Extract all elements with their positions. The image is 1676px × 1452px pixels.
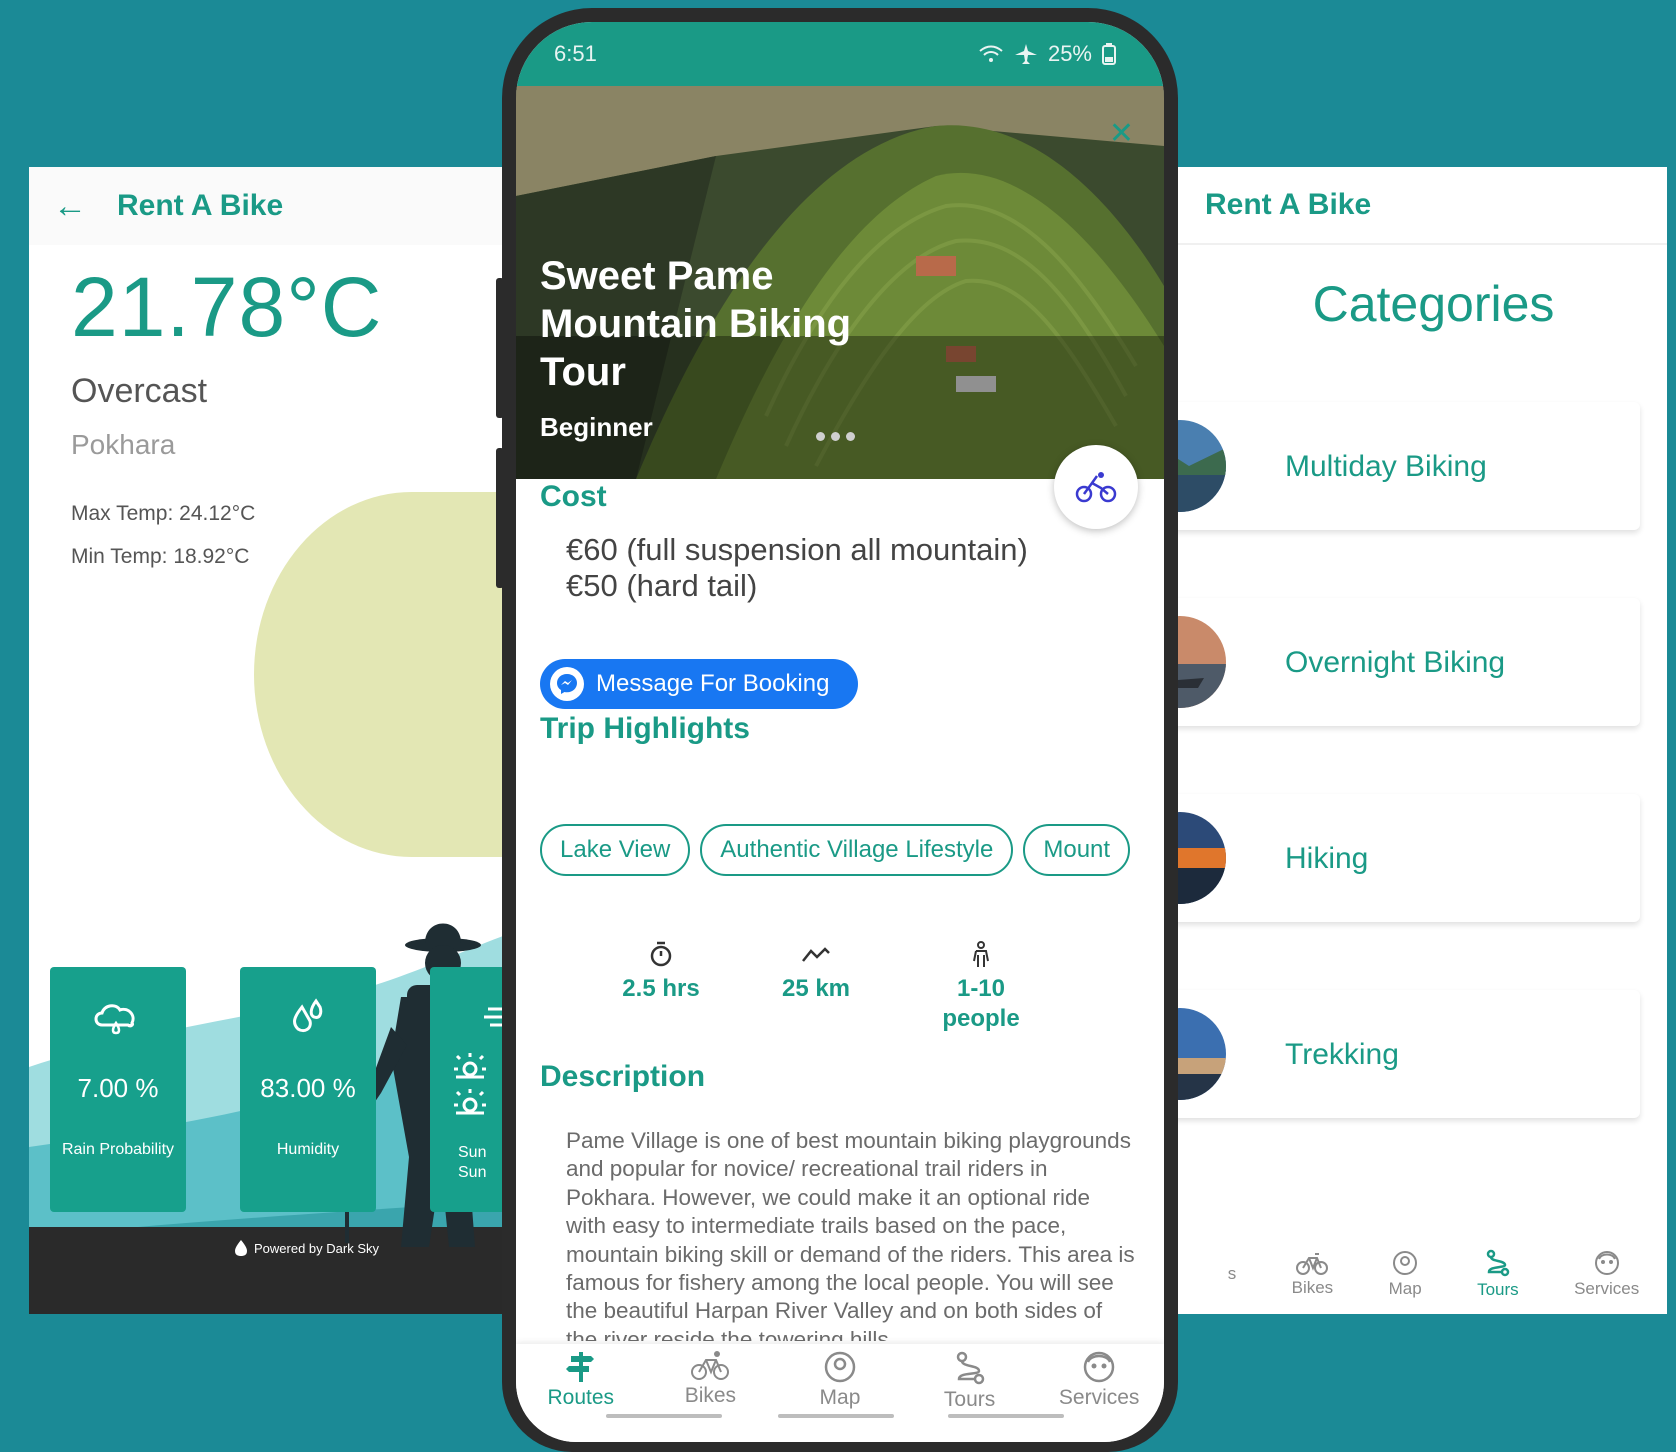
battery-icon [1102,43,1116,65]
close-icon[interactable]: ✕ [1109,116,1134,151]
categories-screen: Rent A Bike Categories Multiday Biking O… [1140,167,1667,1314]
category-trekking[interactable]: Trekking [1140,990,1640,1118]
volume-button [496,278,504,418]
nav-tours[interactable]: Tours [1477,1248,1519,1300]
category-label: Hiking [1285,842,1369,875]
group-people-icon [973,941,989,967]
weather-header-title: Rent A Bike [117,189,284,222]
highlight-chip-mount[interactable]: Mount [1023,824,1131,876]
highlight-chip-lake-view[interactable]: Lake View [540,824,691,876]
gesture-bar [606,1414,722,1418]
humidity-value: 83.00 % [260,1073,356,1103]
distance-trend-icon [802,947,830,962]
categories-bottom-nav: s Bikes Map Tours Services [1140,1234,1667,1314]
categories-title: Categories [1312,276,1555,332]
gesture-bar [948,1414,1064,1418]
min-temp: Min Temp: 18.92°C [71,545,250,568]
nav-routes[interactable]: Routes [521,1350,641,1442]
category-hiking[interactable]: Hiking [1140,794,1640,922]
trip-highlights-title: Trip Highlights [540,712,750,745]
stat-group-size: 1-10 people [916,934,1046,1034]
carousel-dots[interactable] [816,432,855,441]
description-title: Description [540,1060,706,1093]
category-label: Multiday Biking [1285,450,1487,483]
phone-frame: 6:51 25% ✕ Sweet Pame Mountain Biking To… [496,8,1178,1452]
nav-bikes[interactable]: Bikes [1292,1250,1333,1298]
powered-by-text: Powered by Dark Sky [254,1240,379,1256]
humidity-label: Humidity [276,1141,340,1158]
categories-app-bar: Rent A Bike [1140,167,1667,245]
status-time: 6:51 [554,41,597,66]
rain-probability-card: 7.00 % Rain Probability [50,967,186,1212]
message-button-label: Message For Booking [596,670,830,697]
city-name: Pokhara [71,429,176,460]
status-bar: 6:51 25% [516,22,1164,86]
nav-services[interactable]: Services [1574,1249,1639,1299]
bike-icon [691,1351,730,1380]
back-arrow-icon[interactable]: ← [53,187,117,226]
category-multiday-biking[interactable]: Multiday Biking [1140,402,1640,530]
cost-hard-tail: €50 (hard tail) [566,568,758,603]
category-label: Overnight Biking [1285,646,1506,679]
nav-routes-partial[interactable]: s [1228,1264,1237,1284]
nav-bikes[interactable]: Bikes [650,1350,770,1442]
nav-map[interactable]: Map [1389,1249,1422,1299]
weather-condition: Overcast [71,372,208,410]
battery-percent: 25% [1047,41,1092,66]
dark-sky-logo-icon [235,1240,247,1256]
airplane-mode-icon [1014,44,1037,64]
highlight-chips: Lake View Authentic Village Lifestyle Moun… [540,824,1150,880]
categories-header-title: Rent A Bike [1205,188,1372,221]
services-icon [1083,1351,1115,1383]
wifi-icon [979,45,1003,62]
bike-fab-button[interactable] [1054,445,1138,529]
stat-distance: 25 km [751,934,881,1004]
route-icon [956,1351,984,1385]
tour-detail-screen: 6:51 25% ✕ Sweet Pame Mountain Biking To… [516,22,1164,1442]
cyclist-icon [1075,472,1117,503]
bike-icon [1296,1253,1329,1275]
trip-stats: 2.5 hrs 25 km 1-10 people [516,934,1164,1044]
messenger-icon [550,667,584,701]
max-temp: Max Temp: 24.12°C [71,502,256,525]
cost-title: Cost [540,480,607,513]
nav-map[interactable]: Map [780,1350,900,1442]
category-label: Trekking [1285,1038,1399,1071]
map-pin-icon [824,1351,856,1383]
map-pin-icon [1393,1251,1418,1275]
rain-probability-value: 7.00 % [77,1073,159,1103]
power-button [496,448,504,588]
highlight-chip-village-lifestyle[interactable]: Authentic Village Lifestyle [700,824,1014,876]
tour-bottom-nav: Routes Bikes Map Tours Services [516,1344,1164,1442]
services-icon [1594,1251,1619,1275]
nav-tours[interactable]: Tours [910,1350,1030,1442]
nav-services[interactable]: Services [1039,1350,1159,1442]
weather-screen: ← Rent A Bike 21.78°C Overcast Pokhara M… [29,167,569,1314]
sunrise-sunset-label: Sun Sun [458,1144,487,1181]
stopwatch-icon [650,941,672,967]
description-text: Pame Village is one of best mountain bik… [566,1128,1135,1341]
temperature: 21.78°C [71,260,383,354]
gesture-bar [778,1414,894,1418]
humidity-card: 83.00 % Humidity [240,967,376,1212]
status-icons: 25% [978,41,1116,67]
rain-probability-label: Rain Probability [61,1141,175,1158]
message-for-booking-button[interactable]: Message For Booking [540,659,858,709]
powered-by-dark-sky[interactable]: Powered by Dark Sky [234,1239,379,1257]
category-overnight-biking[interactable]: Overnight Biking [1140,598,1640,726]
tour-title: Sweet Pame Mountain Biking Tour [540,254,852,394]
cost-full-suspension: €60 (full suspension all mountain) [566,532,1028,567]
stat-duration: 2.5 hrs [596,934,726,1004]
tour-level: Beginner [540,412,653,442]
weather-app-bar: ← Rent A Bike [29,167,569,245]
signpost-icon [565,1352,594,1382]
route-icon [1486,1249,1510,1277]
droplets-icon [293,998,323,1033]
rain-cloud-icon [94,1004,135,1035]
tour-hero-image[interactable]: ✕ Sweet Pame Mountain Biking Tour Beginn… [516,86,1164,479]
